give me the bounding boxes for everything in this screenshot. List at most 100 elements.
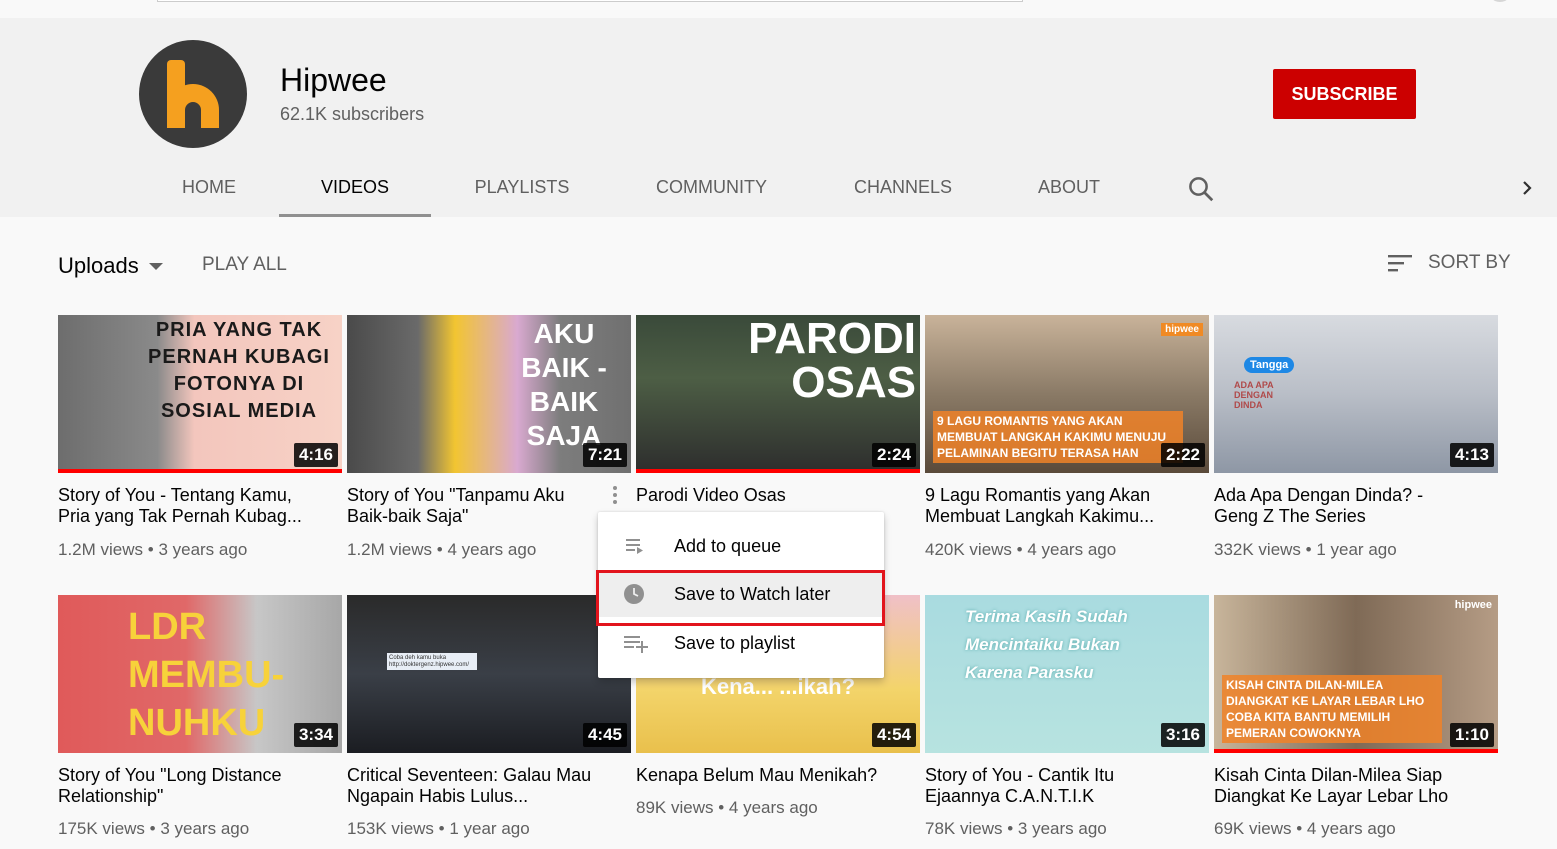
caret-down-icon (148, 262, 163, 270)
chevron-right-icon[interactable] (1515, 176, 1539, 200)
uploads-label: Uploads (58, 253, 139, 278)
queue-icon (626, 539, 643, 554)
tab-about[interactable]: ABOUT (1022, 158, 1116, 217)
tab-community[interactable]: COMMUNITY (640, 158, 783, 217)
tab-videos[interactable]: VIDEOS (279, 158, 431, 217)
menu-item-label: Add to queue (674, 535, 782, 556)
duration-badge: 4:13 (1449, 443, 1494, 467)
video-thumbnail[interactable]: Coba deh kamu buka http://doktergenz.hip… (347, 595, 631, 753)
video-title[interactable]: Story of You "Long Distance Relationship… (58, 765, 308, 807)
video-thumbnail[interactable]: Terima Kasih Sudah Mencintaiku Bukan Kar… (925, 595, 1209, 753)
sort-by-button[interactable]: SORT BY (1386, 252, 1511, 274)
upload-age: 3 years ago (158, 540, 248, 559)
upload-age: 4 years ago (447, 540, 537, 559)
upload-age: 4 years ago (1027, 540, 1117, 559)
duration-badge: 3:34 (293, 723, 338, 747)
view-count: 153K views (347, 819, 434, 838)
video-meta: 153K views • 1 year ago (347, 819, 530, 838)
video-title[interactable]: Story of You - Tentang Kamu, Pria yang T… (58, 485, 328, 527)
view-count: 420K views (925, 540, 1012, 559)
thumbnail-text: AKU BAIK -BAIK SAJA (521, 318, 607, 451)
channel-tabs: HOME VIDEOS PLAYLISTS COMMUNITY CHANNELS… (0, 158, 1557, 217)
account-avatar-edge[interactable] (1488, 0, 1512, 2)
view-count: 175K views (58, 819, 145, 838)
thumbnail-subtext: ADA APA DENGAN DINDA (1234, 380, 1274, 410)
watched-progress-bar (636, 469, 920, 473)
play-all-button[interactable]: PLAY ALL (202, 254, 287, 276)
video-meta: 1.2M views • 3 years ago (58, 540, 248, 559)
duration-badge: 1:10 (1449, 723, 1494, 747)
channel-name: Hipwee (280, 62, 387, 98)
tab-playlists[interactable]: PLAYLISTS (456, 158, 588, 217)
highlight-annotation-box (596, 570, 885, 626)
upload-age: 4 years ago (728, 798, 818, 817)
video-title[interactable]: Ada Apa Dengan Dinda? - Geng Z The Serie… (1214, 485, 1454, 527)
brand-badge: hipwee (1161, 323, 1203, 336)
video-title[interactable]: Kisah Cinta Dilan-Milea Siap Diangkat Ke… (1214, 765, 1474, 807)
watched-progress-bar (58, 469, 342, 473)
hipwee-logo-icon[interactable] (139, 40, 247, 148)
thumbnail-text: KISAH CINTA DILAN-MILEA DIANGKAT KE LAYA… (1222, 675, 1442, 743)
sort-by-label: SORT BY (1428, 252, 1511, 273)
masthead-remnant (0, 0, 1557, 18)
search-icon[interactable] (1186, 174, 1216, 204)
video-meta: 78K views • 3 years ago (925, 819, 1107, 838)
thumbnail-text: Tangga (1244, 357, 1295, 374)
playlist-add-icon (624, 636, 648, 653)
tab-home[interactable]: HOME (164, 158, 254, 217)
channel-header: Hipwee 62.1K subscribers SUBSCRIBE HOME … (0, 18, 1557, 217)
duration-badge: 3:16 (1160, 723, 1205, 747)
video-meta: 420K views • 4 years ago (925, 540, 1117, 559)
video-title[interactable]: Critical Seventeen: Galau Mau Ngapain Ha… (347, 765, 597, 807)
view-count: 69K views (1214, 819, 1292, 838)
duration-badge: 4:45 (582, 723, 627, 747)
video-thumbnail[interactable]: PARODI OSAS 2:24 (636, 315, 920, 473)
thumbnail-text: Kena... ...ikah? (700, 674, 856, 699)
video-thumbnail[interactable]: LDR MEMBU- NUHKU 3:34 (58, 595, 342, 753)
video-title[interactable]: Story of You - Cantik Itu Ejaannya C.A.N… (925, 765, 1175, 807)
thumbnail-text: PRIA YANG TAK PERNAH KUBAGI FOTONYA DI S… (148, 319, 330, 422)
thumbnail-text: LDR MEMBU- NUHKU (128, 606, 285, 744)
thumbnail-text: Terima Kasih Sudah Mencintaiku Bukan Kar… (965, 607, 1128, 682)
menu-item-add-to-queue[interactable]: Add to queue (598, 523, 884, 569)
watched-progress-bar (1214, 749, 1498, 753)
tab-channels[interactable]: CHANNELS (838, 158, 968, 217)
duration-badge: 2:22 (1160, 443, 1205, 467)
upload-age: 1 year ago (449, 819, 530, 838)
thumbnail-text: Coba deh kamu buka http://doktergenz.hip… (387, 653, 477, 671)
video-meta: 332K views • 1 year ago (1214, 540, 1397, 559)
video-thumbnail[interactable]: AKU BAIK -BAIK SAJA 7:21 (347, 315, 631, 473)
video-thumbnail[interactable]: hipwee KISAH CINTA DILAN-MILEA DIANGKAT … (1214, 595, 1498, 753)
uploads-dropdown[interactable]: Uploads (58, 250, 163, 282)
duration-badge: 7:21 (582, 443, 627, 467)
duration-badge: 4:16 (293, 443, 338, 467)
video-thumbnail[interactable]: hipwee 9 LAGU ROMANTIS YANG AKAN MEMBUAT… (925, 315, 1209, 473)
thumbnail-text: 9 LAGU ROMANTIS YANG AKAN MEMBUAT LANGKA… (933, 411, 1183, 463)
subscribe-button[interactable]: SUBSCRIBE (1273, 69, 1416, 119)
upload-age: 4 years ago (1306, 819, 1396, 838)
subscriber-count: 62.1K subscribers (280, 104, 425, 124)
menu-item-label: Save to playlist (674, 632, 796, 653)
video-meta: 1.2M views • 4 years ago (347, 540, 537, 559)
upload-age: 3 years ago (1017, 819, 1107, 838)
upload-age: 1 year ago (1316, 540, 1397, 559)
duration-badge: 4:54 (871, 723, 916, 747)
video-title[interactable]: Parodi Video Osas (636, 485, 906, 506)
video-thumbnail[interactable]: Tangga ADA APA DENGAN DINDA 4:13 (1214, 315, 1498, 473)
view-count: 78K views (925, 819, 1003, 838)
video-title[interactable]: Story of You "Tanpamu Aku Baik-baik Saja… (347, 485, 592, 527)
duration-badge: 2:24 (871, 443, 916, 467)
brand-badge: hipwee (1454, 599, 1492, 611)
video-title[interactable]: Kenapa Belum Mau Menikah? (636, 765, 906, 786)
video-meta: 175K views • 3 years ago (58, 819, 250, 838)
video-meta: 89K views • 4 years ago (636, 798, 818, 817)
view-count: 332K views (1214, 540, 1301, 559)
video-title[interactable]: 9 Lagu Romantis yang Akan Membuat Langka… (925, 485, 1175, 527)
view-count: 89K views (636, 798, 714, 817)
search-box-edge[interactable] (157, 0, 1023, 2)
video-meta: 69K views • 4 years ago (1214, 819, 1396, 838)
upload-age: 3 years ago (160, 819, 250, 838)
video-thumbnail[interactable]: PRIA YANG TAK PERNAH KUBAGI FOTONYA DI S… (58, 315, 342, 473)
more-vert-icon[interactable] (610, 483, 620, 509)
menu-item-save-to-playlist[interactable]: Save to playlist (598, 620, 884, 666)
